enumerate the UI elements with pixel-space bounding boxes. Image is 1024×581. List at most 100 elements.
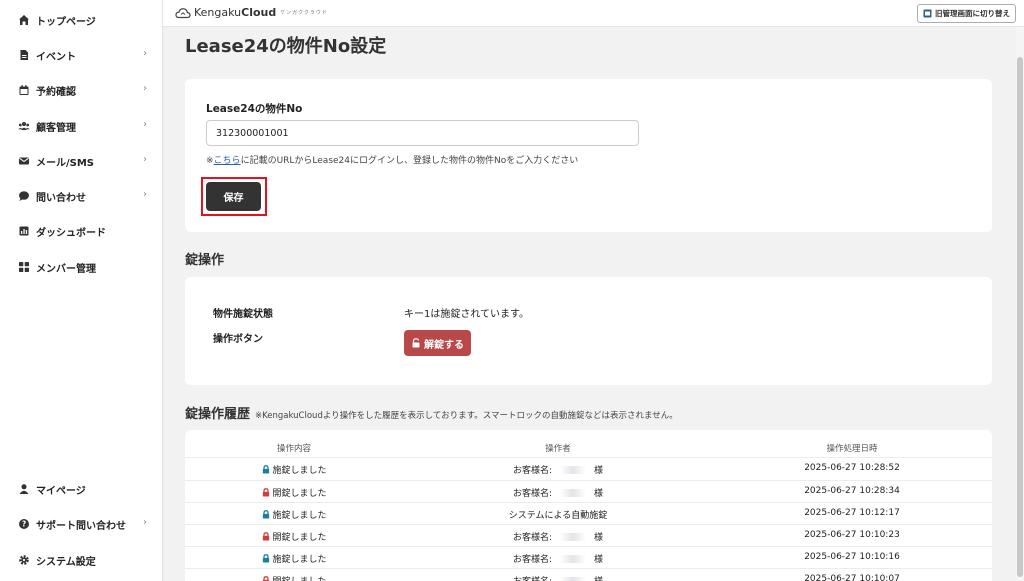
sidebar-item-event[interactable]: イベント › <box>0 43 163 67</box>
action-cell: 施錠しました <box>261 552 327 565</box>
column-header-action: 操作内容 <box>276 444 312 454</box>
datetime-text: 2025-06-27 10:28:52 <box>804 463 900 473</box>
sidebar-item-label: 顧客管理 <box>36 122 76 134</box>
datetime-text: 2025-06-27 10:10:07 <box>804 574 900 581</box>
property-no-input[interactable] <box>206 120 639 146</box>
property-no-label: Lease24の物件No <box>206 103 303 115</box>
mail-icon <box>18 155 30 167</box>
svg-text:?: ? <box>22 520 26 529</box>
datetime-cell: 2025-06-27 10:28:34 <box>804 486 900 496</box>
history-title: 錠操作履歴 <box>185 407 251 422</box>
sidebar-item-label: トップページ <box>36 16 96 28</box>
calendar-icon <box>18 84 30 96</box>
scrollbar-thumb[interactable] <box>1017 57 1023 577</box>
sidebar-item-system-settings[interactable]: システム設定 <box>0 548 163 572</box>
operator-text: お客様名: <box>512 533 553 543</box>
chevron-right-icon: › <box>143 119 147 130</box>
chevron-right-icon: › <box>143 189 147 200</box>
sidebar-item-mail-sms[interactable]: メール/SMS › <box>0 149 163 173</box>
sidebar-item-label: ダッシュボード <box>36 227 106 239</box>
home-icon <box>18 14 30 26</box>
logo-text-bold: Cloud <box>241 6 277 19</box>
switch-legacy-admin-button[interactable]: 旧管理画面に切り替え <box>917 4 1016 23</box>
action-cell: 開錠しました <box>261 486 327 499</box>
chevron-right-icon: › <box>143 48 147 59</box>
window-icon <box>923 9 932 18</box>
unlock-icon <box>412 338 420 348</box>
unlock-button[interactable]: 解錠する <box>404 330 471 356</box>
operator-cell: お客様名: 様 <box>513 574 603 581</box>
datetime-cell: 2025-06-27 10:10:16 <box>804 552 900 562</box>
lock-status-value: キー1は施錠されています。 <box>404 309 530 320</box>
operator-cell: お客様名: 様 <box>513 530 603 543</box>
sidebar-item-label: メンバー管理 <box>36 263 96 275</box>
action-cell: 施錠しました <box>261 508 327 521</box>
sidebar-item-top-page[interactable]: トップページ <box>0 8 163 32</box>
lock-icon <box>261 465 270 474</box>
sidebar-item-dashboard[interactable]: ダッシュボード <box>0 219 163 243</box>
history-section-title: 錠操作履歴 ※KengakuCloudより操作をした履歴を表示しております。スマー… <box>185 403 678 422</box>
help-link[interactable]: こちら <box>214 156 241 166</box>
table-row: 開錠しました お客様名: 様 2025-06-27 10:28:34 <box>185 480 992 502</box>
operator-cell: システムによる自動施錠 <box>509 508 607 521</box>
sidebar-item-label: 予約確認 <box>36 86 76 98</box>
sidebar-item-inquiry[interactable]: 問い合わせ › <box>0 184 163 208</box>
operation-button-label: 操作ボタン <box>213 334 263 345</box>
action-text: 施錠しました <box>272 555 327 565</box>
action-text: 開錠しました <box>272 574 326 581</box>
honorific: 様 <box>594 533 604 543</box>
operator-cell: お客様名: 様 <box>513 486 603 499</box>
operator-text: システムによる自動施錠 <box>508 511 608 521</box>
switch-legacy-admin-label: 旧管理画面に切り替え <box>935 9 1010 18</box>
sidebar-item-reservation[interactable]: 予約確認 › <box>0 78 163 102</box>
grid-icon <box>18 261 30 273</box>
table-row: 施錠しました お客様名: 様 2025-06-27 10:10:16 <box>185 546 992 568</box>
document-icon <box>18 49 30 61</box>
sidebar-item-customers[interactable]: 顧客管理 › <box>0 114 163 138</box>
action-cell: 開錠しました <box>261 574 327 581</box>
operator-text: お客様名: <box>512 555 553 565</box>
datetime-cell: 2025-06-27 10:10:23 <box>804 530 900 540</box>
action-text: 開錠しました <box>272 533 327 543</box>
honorific: 様 <box>594 489 604 499</box>
users-icon <box>18 120 30 132</box>
help-prefix: ※ <box>206 156 214 166</box>
column-header-datetime: 操作処理日時 <box>826 444 878 454</box>
chart-icon <box>18 225 30 237</box>
redacted-name <box>560 532 587 541</box>
help-icon: ? <box>18 518 30 530</box>
gear-icon <box>18 554 30 566</box>
datetime-text: 2025-06-27 10:10:16 <box>804 552 900 562</box>
sidebar-item-label: 問い合わせ <box>36 192 86 204</box>
sidebar-item-label: マイページ <box>36 485 86 497</box>
save-button[interactable]: 保存 <box>206 182 261 211</box>
kengaku-cloud-logo[interactable]: Kengaku Cloud ケンガククラウド <box>175 6 328 19</box>
unlock-icon <box>261 532 270 541</box>
chevron-right-icon: › <box>143 83 147 94</box>
operator-cell: お客様名: 様 <box>513 552 603 565</box>
redacted-name <box>560 554 587 563</box>
chevron-right-icon: › <box>143 517 147 528</box>
datetime-cell: 2025-06-27 10:10:07 <box>804 574 900 581</box>
sidebar: トップページ イベント › 予約確認 › 顧客管理 › メール/SMS › 問い… <box>0 0 163 581</box>
action-text: 施錠しました <box>272 511 327 521</box>
sidebar-item-mypage[interactable]: マイページ <box>0 477 163 501</box>
lock-status-label: 物件施錠状態 <box>213 309 273 320</box>
lock-operation-card: 物件施錠状態 キー1は施錠されています。 操作ボタン 解錠する <box>185 277 992 385</box>
sidebar-item-members[interactable]: メンバー管理 <box>0 255 163 279</box>
datetime-text: 2025-06-27 10:12:17 <box>804 508 900 518</box>
page-title: Lease24の物件No設定 <box>185 36 387 57</box>
column-header-operator: 操作者 <box>545 444 571 454</box>
datetime-text: 2025-06-27 10:28:34 <box>804 486 900 496</box>
sidebar-item-support[interactable]: ? サポート問い合わせ › <box>0 512 163 536</box>
lock-icon <box>261 510 270 519</box>
scrollbar[interactable] <box>1016 27 1024 581</box>
chat-icon <box>18 190 30 202</box>
honorific: 様 <box>594 574 603 581</box>
operator-text: お客様名: <box>512 466 553 476</box>
redacted-name <box>560 576 587 581</box>
property-no-card: Lease24の物件No ※こちらに記載のURLからLease24にログインし、… <box>185 79 992 232</box>
redacted-name <box>560 488 587 497</box>
help-suffix: に記載のURLからLease24にログインし、登録した物件の物件Noをご入力くだ… <box>240 156 579 166</box>
chevron-right-icon: › <box>143 154 147 165</box>
